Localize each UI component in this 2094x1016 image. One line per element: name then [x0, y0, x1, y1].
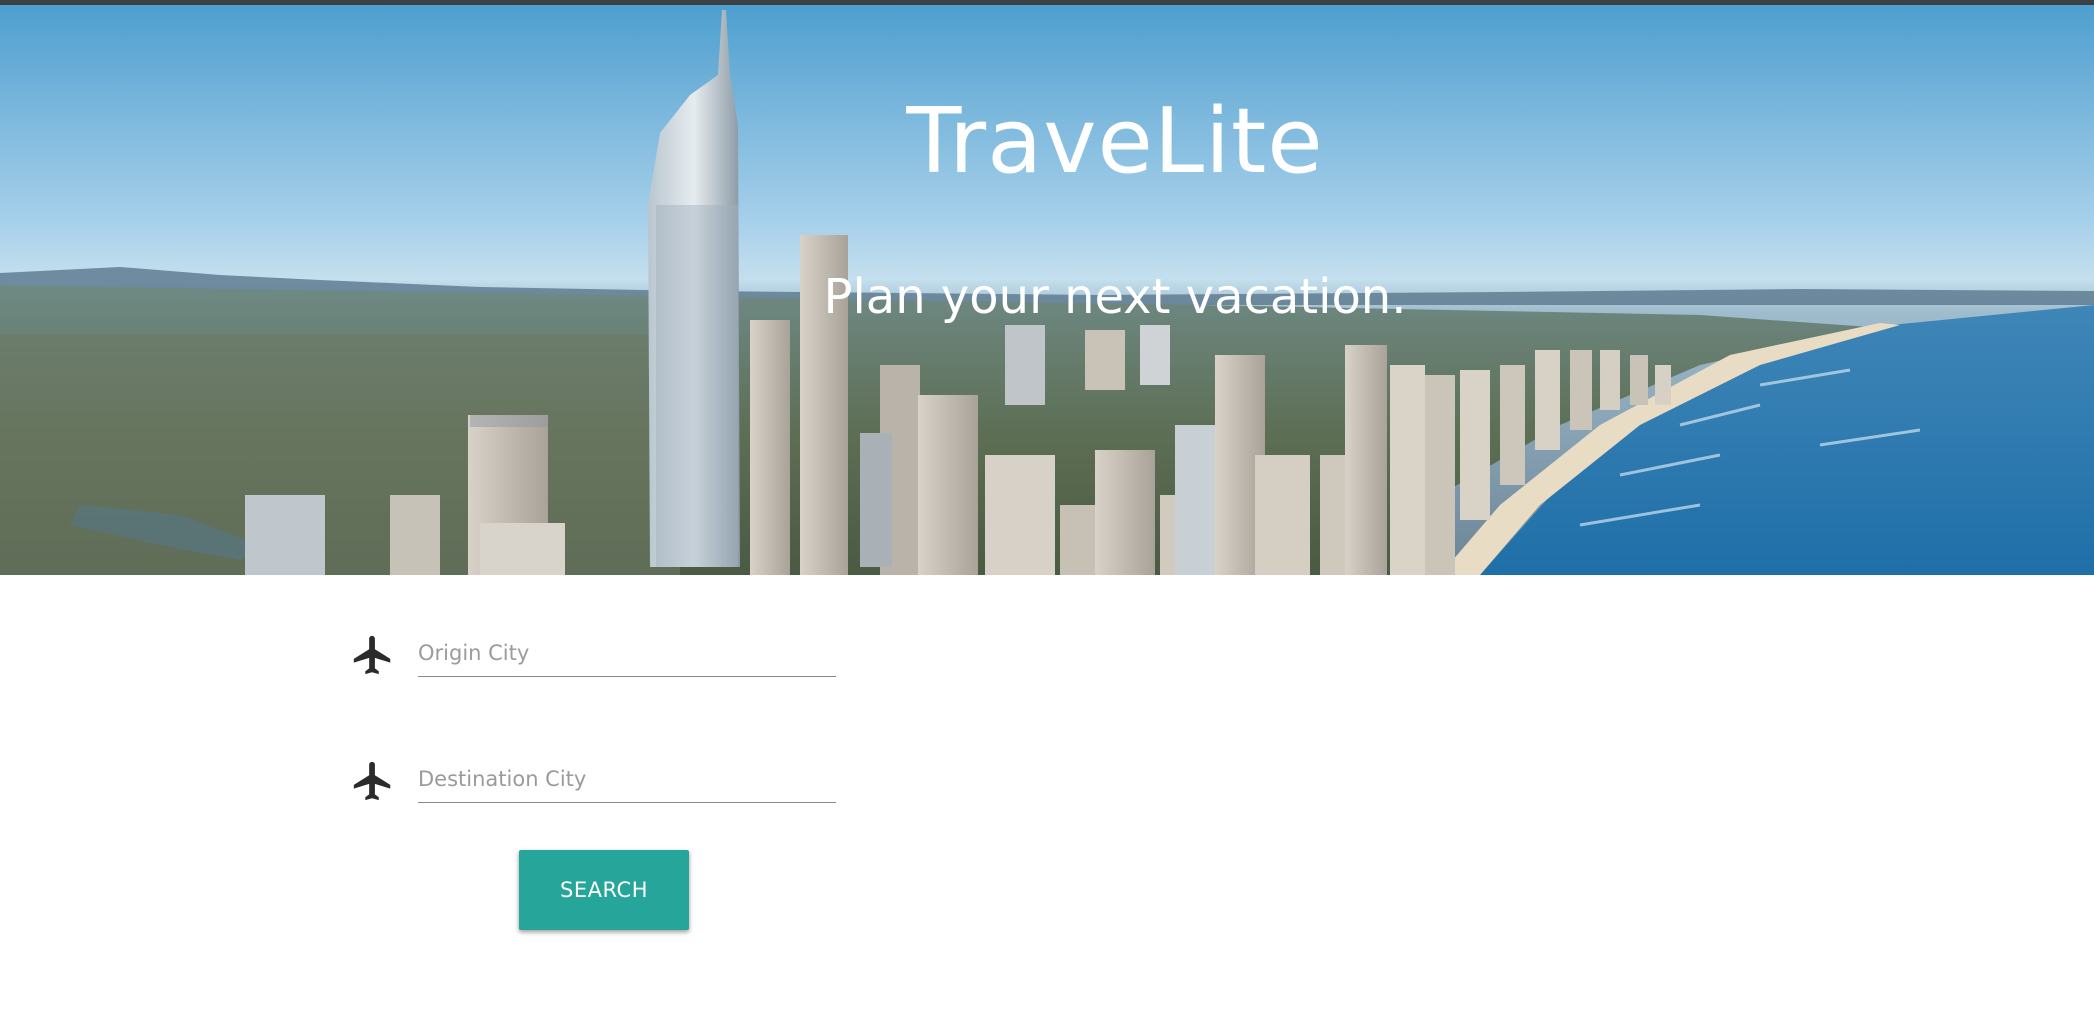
search-button[interactable]: SEARCH — [519, 850, 689, 930]
destination-city-input[interactable] — [418, 756, 836, 803]
airplane-icon — [353, 761, 391, 801]
page-title: TraveLite — [906, 89, 1324, 194]
hero-banner: TraveLite Plan your next vacation. — [0, 5, 2094, 575]
origin-city-input[interactable] — [418, 630, 836, 677]
page: TraveLite Plan your next vacation. SEARC… — [0, 0, 2094, 1016]
page-subtitle: Plan your next vacation. — [823, 269, 1407, 325]
destination-field-row — [350, 746, 850, 816]
airplane-icon — [353, 635, 391, 675]
top-border — [0, 0, 2094, 5]
origin-field-row — [350, 620, 850, 690]
